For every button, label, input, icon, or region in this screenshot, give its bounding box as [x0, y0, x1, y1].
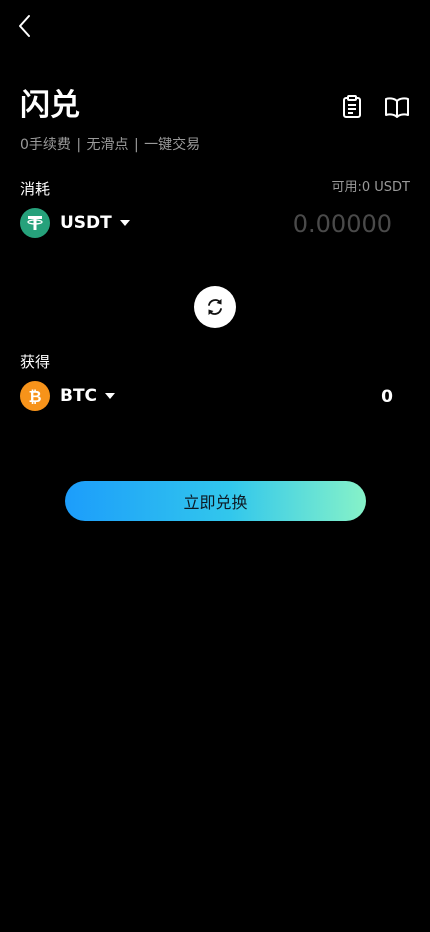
caret-down-icon: [119, 220, 130, 226]
pay-label: 消耗: [20, 180, 51, 198]
feature-one-click: 一键交易: [144, 137, 201, 153]
feature-zero-fee: 0手续费: [20, 137, 71, 153]
separator: |: [76, 137, 82, 153]
receive-amount: 0: [381, 387, 393, 407]
pay-coin-name: USDT: [60, 213, 112, 233]
feature-list: 0手续费 | 无滑点 | 一键交易: [20, 136, 200, 154]
separator: |: [134, 137, 139, 153]
back-button[interactable]: [14, 12, 36, 40]
feature-no-slippage: 无滑点: [86, 137, 129, 153]
pay-coin-selector[interactable]: USDT: [20, 208, 130, 238]
receive-coin-selector[interactable]: ₿ BTC: [20, 381, 116, 411]
page-title: 闪兑: [20, 88, 80, 123]
pay-amount-input[interactable]: [232, 206, 392, 242]
exchange-now-button[interactable]: 立即兑换: [65, 481, 366, 521]
guide-button[interactable]: [384, 94, 410, 120]
receive-label: 获得: [20, 353, 51, 371]
swap-button[interactable]: [194, 286, 236, 328]
svg-text:₿: ₿: [28, 387, 41, 406]
chevron-left-icon: [19, 15, 30, 37]
records-button[interactable]: [339, 94, 365, 120]
available-balance: 可用:0 USDT: [331, 180, 410, 195]
caret-down-icon: [105, 393, 116, 399]
swap-arrows-icon: [208, 299, 222, 315]
open-book-icon: [385, 97, 409, 118]
tether-icon: [20, 208, 50, 238]
clipboard-list-icon: [343, 95, 361, 118]
bitcoin-icon: ₿: [20, 381, 50, 411]
receive-coin-name: BTC: [60, 386, 98, 406]
